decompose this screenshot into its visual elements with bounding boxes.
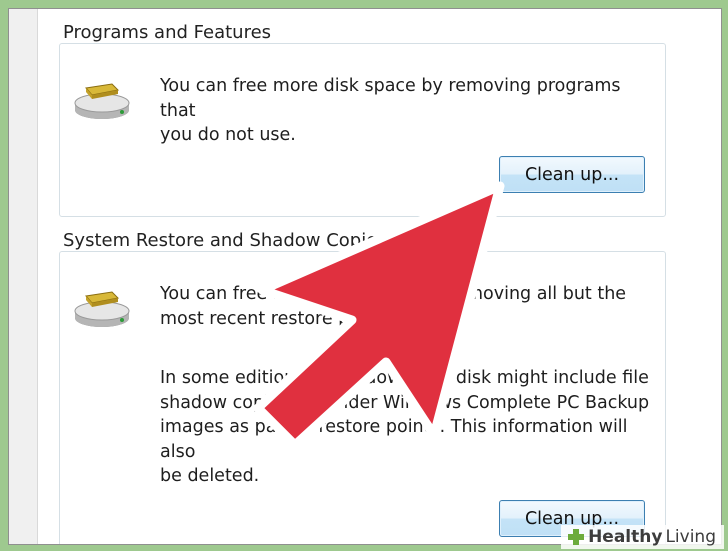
hard-drive-icon	[74, 291, 130, 327]
programs-clean-up-button[interactable]: Clean up...	[499, 156, 645, 193]
watermark-brand-light: Living	[665, 527, 716, 547]
restore-desc2-line1: In some editions of Windows, the disk mi…	[160, 368, 649, 388]
restore-desc2-line4: be deleted.	[160, 466, 260, 486]
watermark: Healthy Living	[561, 525, 724, 549]
disk-cleanup-dialog: Programs and Features You can free more …	[8, 8, 722, 545]
more-options-pane: Programs and Features You can free more …	[37, 9, 721, 544]
programs-features-title: Programs and Features	[63, 22, 276, 43]
programs-features-group: Programs and Features You can free more …	[59, 22, 666, 217]
restore-desc2-line3: images as part of restore points. This i…	[160, 417, 628, 462]
programs-desc-line1: You can free more disk space by removing…	[160, 76, 621, 121]
programs-desc-line2: you do not use.	[160, 125, 296, 145]
system-restore-title: System Restore and Shadow Copies	[63, 230, 391, 251]
watermark-brand-bold: Healthy	[588, 527, 663, 547]
hard-drive-icon	[74, 83, 130, 119]
restore-desc-line1: You can free more disk space by removing…	[160, 284, 627, 304]
restore-desc-line2: most recent restore point.	[160, 308, 389, 329]
restore-desc2-line2: shadow copies and older Windows Complete…	[160, 392, 650, 413]
plus-logo-icon	[568, 529, 585, 545]
system-restore-group: System Restore and Shadow Copies You can…	[59, 230, 666, 544]
